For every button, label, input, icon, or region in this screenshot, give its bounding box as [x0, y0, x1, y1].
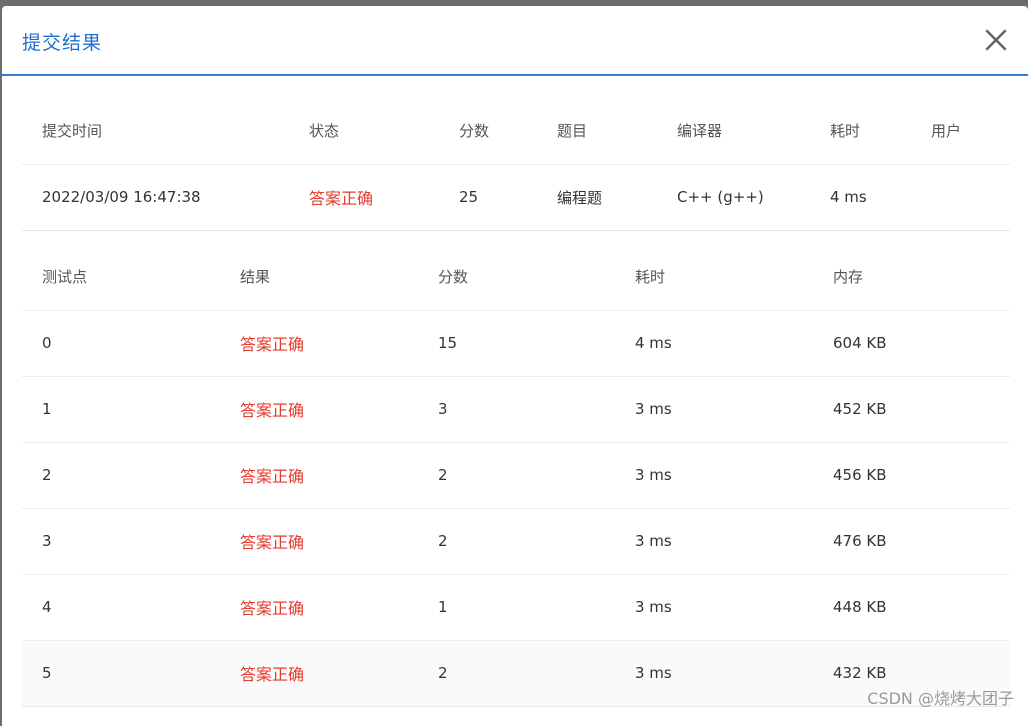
dialog-header: 提交结果: [2, 6, 1028, 76]
test-score: 15: [418, 310, 615, 376]
elapsed-time: 4 ms: [810, 164, 911, 230]
test-score: 2: [418, 508, 615, 574]
test-result: 答案正确: [220, 508, 418, 574]
total-score: 25: [439, 164, 537, 230]
test-result: 答案正确: [220, 310, 418, 376]
summary-row: 2022/03/09 16:47:38 答案正确 25 编程题 C++ (g++…: [22, 164, 1010, 230]
test-time: 3 ms: [615, 376, 813, 442]
table-row: 0 答案正确 15 4 ms 604 KB: [22, 310, 1010, 376]
header-test-score: 分数: [418, 244, 615, 310]
problem-name[interactable]: 编程题: [537, 164, 657, 230]
table-row: 3 答案正确 2 3 ms 476 KB: [22, 508, 1010, 574]
status-badge: 答案正确: [289, 164, 439, 230]
user[interactable]: [911, 164, 1010, 230]
header-score: 分数: [439, 98, 537, 164]
test-id: 0: [22, 310, 220, 376]
table-row: 1 答案正确 3 3 ms 452 KB: [22, 376, 1010, 442]
test-cases-table: 测试点 结果 分数 耗时 内存 0 答案正确 15 4 ms 604 KB 1 …: [22, 244, 1010, 707]
test-id: 1: [22, 376, 220, 442]
header-result: 结果: [220, 244, 418, 310]
test-id: 5: [22, 640, 220, 706]
table-row: 2 答案正确 2 3 ms 456 KB: [22, 442, 1010, 508]
test-memory: 452 KB: [813, 376, 1010, 442]
header-memory: 内存: [813, 244, 1010, 310]
table-row: 5 答案正确 2 3 ms 432 KB: [22, 640, 1010, 706]
dialog-title: 提交结果: [22, 28, 102, 55]
test-score: 2: [418, 640, 615, 706]
test-id: 2: [22, 442, 220, 508]
test-time: 4 ms: [615, 310, 813, 376]
compiler: C++ (g++): [657, 164, 810, 230]
header-elapsed: 耗时: [810, 98, 911, 164]
header-test-id: 测试点: [22, 244, 220, 310]
test-result: 答案正确: [220, 376, 418, 442]
test-result: 答案正确: [220, 574, 418, 640]
test-memory: 448 KB: [813, 574, 1010, 640]
close-icon: [982, 26, 1010, 54]
header-submit-time: 提交时间: [22, 98, 289, 164]
test-score: 2: [418, 442, 615, 508]
test-memory: 476 KB: [813, 508, 1010, 574]
test-time: 3 ms: [615, 640, 813, 706]
test-time: 3 ms: [615, 442, 813, 508]
test-time: 3 ms: [615, 574, 813, 640]
test-time: 3 ms: [615, 508, 813, 574]
header-user: 用户: [911, 98, 1010, 164]
test-memory: 604 KB: [813, 310, 1010, 376]
test-score: 1: [418, 574, 615, 640]
header-status: 状态: [289, 98, 439, 164]
submit-time: 2022/03/09 16:47:38: [22, 164, 289, 230]
table-row: 4 答案正确 1 3 ms 448 KB: [22, 574, 1010, 640]
header-problem: 题目: [537, 98, 657, 164]
close-button[interactable]: [982, 26, 1010, 54]
test-score: 3: [418, 376, 615, 442]
summary-header-row: 提交时间 状态 分数 题目 编译器 耗时 用户: [22, 98, 1010, 164]
header-compiler: 编译器: [657, 98, 810, 164]
test-result: 答案正确: [220, 640, 418, 706]
test-id: 4: [22, 574, 220, 640]
submission-result-dialog: 提交结果 提交时间 状态 分数 题目 编译器 耗时 用户 2022/03/09 …: [2, 6, 1028, 726]
submission-summary-table: 提交时间 状态 分数 题目 编译器 耗时 用户 2022/03/09 16:47…: [22, 98, 1010, 231]
test-memory: 456 KB: [813, 442, 1010, 508]
watermark: CSDN @烧烤大团子: [867, 685, 1014, 709]
tests-header-row: 测试点 结果 分数 耗时 内存: [22, 244, 1010, 310]
header-test-time: 耗时: [615, 244, 813, 310]
test-result: 答案正确: [220, 442, 418, 508]
test-id: 3: [22, 508, 220, 574]
